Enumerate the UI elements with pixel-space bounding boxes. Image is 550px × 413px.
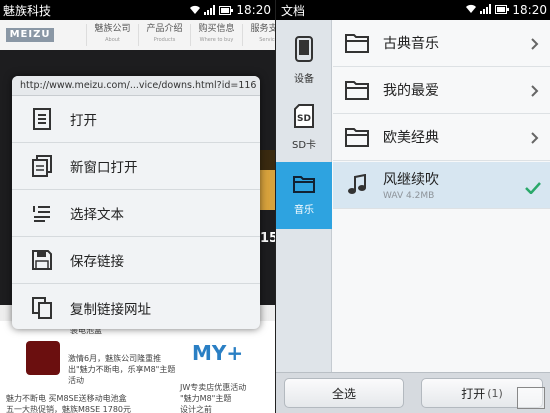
menu-item-select-text[interactable]: 选择文本 — [12, 190, 260, 237]
battery-icon — [219, 5, 234, 15]
document-icon — [22, 107, 62, 131]
sidebar-item-label: SD卡 — [291, 140, 317, 151]
select-text-icon — [22, 202, 62, 224]
folder-icon — [293, 175, 315, 197]
status-bar: 魅族科技 18:20 — [0, 0, 275, 20]
action-bar: 全选 打开 (1) — [276, 372, 550, 413]
link-url: http://www.meizu.com/...vice/downs.html?… — [12, 76, 260, 96]
meizu-logo: MEIZU — [6, 28, 54, 42]
svg-text:SD: SD — [297, 114, 311, 124]
menu-item-label: 新窗口打开 — [70, 160, 138, 176]
item-name: 我的最爱 — [383, 83, 439, 99]
link-context-menu: http://www.meizu.com/...vice/downs.html?… — [12, 76, 260, 329]
sd-card-icon: SD — [294, 104, 314, 132]
checkmark-icon — [525, 179, 541, 198]
news-link[interactable]: 五一大热促销，魅族M8SE 1780元 — [6, 404, 131, 413]
menu-item-save-link[interactable]: 保存链接 — [12, 237, 260, 284]
menu-item-label: 复制链接网址 — [70, 301, 151, 318]
list-item-folder[interactable]: 欧美经典 — [333, 114, 550, 161]
status-time: 18:20 — [512, 3, 547, 17]
item-name: 古典音乐 — [383, 36, 439, 52]
select-all-button[interactable]: 全选 — [284, 378, 404, 408]
news-text[interactable]: 激情6月，魅族公司隆重推 — [68, 353, 161, 364]
list-item-file[interactable]: 风继续吹 WAV 4.2MB — [333, 162, 550, 209]
item-name: 风继续吹 — [383, 172, 439, 188]
menu-item-label: 选择文本 — [70, 207, 124, 223]
menu-item-label: 打开 — [70, 113, 97, 129]
status-app-name: 魅族科技 — [3, 3, 52, 18]
sidebar-item-sd-card[interactable]: SD SD卡 — [276, 94, 332, 161]
sidebar-item-device[interactable]: 设备 — [276, 27, 332, 94]
right-screen: 文档 18:20 设备 SD SD卡 音乐 古典音乐 我的最爱 欧美经典 风继续… — [275, 0, 550, 413]
storage-sidebar: 设备 SD SD卡 音乐 — [276, 20, 332, 372]
status-bar: 文档 18:20 — [276, 0, 550, 20]
menu-item-copy-link[interactable]: 复制链接网址 — [12, 284, 260, 329]
file-list: 古典音乐 我的最爱 欧美经典 风继续吹 WAV 4.2MB — [333, 20, 550, 372]
left-screen: 魅族科技 18:20 MEIZU 魅族公司 About 产品介绍 Products … — [0, 0, 275, 413]
item-meta: WAV 4.2MB — [383, 191, 435, 201]
chevron-right-icon — [531, 129, 539, 148]
chevron-right-icon — [531, 82, 539, 101]
menu-item-open[interactable]: 打开 — [12, 96, 260, 143]
new-window-icon — [22, 154, 62, 178]
list-item-folder[interactable]: 我的最爱 — [333, 67, 550, 114]
nav-item-buy[interactable]: 购买信息 Where to buy — [190, 24, 242, 46]
battery-icon — [495, 3, 510, 17]
news-link[interactable]: 魅力不断电 买M8SE送移动电池盒 — [6, 393, 127, 404]
sidebar-item-music[interactable]: 音乐 — [276, 162, 332, 229]
battery-case-image — [26, 341, 60, 375]
nav-item-about[interactable]: 魅族公司 About — [86, 24, 138, 46]
status-time: 18:20 — [236, 3, 271, 17]
selected-count: (1) — [487, 386, 503, 400]
menu-item-new-window[interactable]: 新窗口打开 — [12, 143, 260, 190]
nav-item-products[interactable]: 产品介绍 Products — [138, 24, 190, 46]
nav-item-service[interactable]: 服务支持Service — [242, 24, 275, 46]
news-link[interactable]: JW专卖店优惠活动 — [180, 382, 246, 393]
news-text[interactable]: 出"魅力不断电，乐享M8"主题 — [68, 364, 175, 375]
watermark-logo — [517, 387, 545, 409]
wifi-icon — [189, 5, 201, 15]
menu-item-label: 保存链接 — [70, 254, 124, 270]
my-plus-logo: MY+ — [192, 341, 244, 365]
phone-device-icon — [295, 36, 313, 66]
folder-icon — [343, 127, 371, 147]
signal-icon — [204, 5, 216, 15]
list-item-folder[interactable]: 古典音乐 — [333, 20, 550, 67]
folder-icon — [343, 33, 371, 53]
news-link[interactable]: 设计之前 — [180, 404, 212, 413]
sidebar-item-label: 设备 — [294, 74, 314, 85]
item-name: 欧美经典 — [383, 130, 439, 146]
folder-icon — [343, 80, 371, 100]
banner-number: 15 — [260, 231, 275, 246]
news-text[interactable]: 活动 — [68, 375, 84, 386]
copy-icon — [22, 296, 62, 320]
chevron-right-icon — [531, 35, 539, 54]
status-app-name: 文档 — [281, 3, 306, 18]
site-nav: 魅族公司 About 产品介绍 Products 购买信息 Where to buy … — [86, 24, 275, 46]
sidebar-item-label: 音乐 — [294, 205, 314, 216]
wifi-icon — [465, 3, 477, 17]
news-link[interactable]: "魅力M8"主题 — [180, 393, 231, 404]
save-icon — [22, 249, 62, 271]
music-note-icon — [343, 174, 371, 196]
signal-icon — [480, 3, 492, 17]
